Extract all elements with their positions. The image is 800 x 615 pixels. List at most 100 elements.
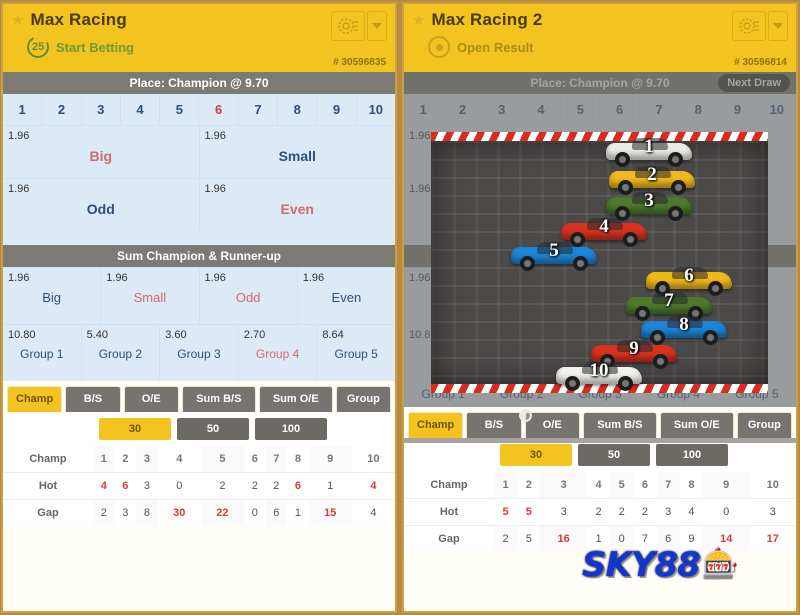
- count-button-100[interactable]: 100: [656, 444, 728, 466]
- table-header-row: Champ 1 2 3 4 5 6 7 8 9 10: [404, 472, 796, 499]
- number-cell-9[interactable]: 9: [718, 94, 758, 125]
- number-cell-3[interactable]: 3: [82, 94, 121, 125]
- bet-cell-small[interactable]: 1.96 Small: [200, 126, 396, 178]
- odds-value: 1.96: [409, 183, 431, 195]
- number-cell-5[interactable]: 5: [160, 94, 200, 125]
- number-cell-2[interactable]: 2: [443, 94, 483, 125]
- number-cell-6[interactable]: 6: [600, 94, 640, 125]
- right-header: ★ Max Racing 2 Open Result # 30596814: [404, 4, 796, 72]
- group-cell-1[interactable]: 10.80 Group 1: [3, 325, 82, 381]
- odds-value: 1.96: [204, 183, 226, 195]
- number-cell-2[interactable]: 2: [42, 94, 82, 125]
- group-label-1: Group 1: [20, 347, 64, 361]
- sum-cell-even[interactable]: 1.96 Even: [298, 268, 395, 324]
- number-cell-7[interactable]: 7: [239, 94, 279, 125]
- open-result-icon: [428, 36, 450, 58]
- count-button-50[interactable]: 50: [578, 444, 650, 466]
- sum-cell-odd[interactable]: 1.96 Odd: [200, 268, 298, 324]
- sum-cell-small[interactable]: 1.96 Small: [101, 268, 200, 324]
- count-button-100[interactable]: 100: [255, 418, 327, 440]
- group-label-2: Group 2: [98, 347, 143, 361]
- race-car-10: 10: [556, 360, 642, 391]
- bet-cell-even[interactable]: 1.96 Even: [200, 179, 396, 231]
- number-cell-5[interactable]: 5: [561, 94, 601, 125]
- row-label-hot: Hot: [3, 472, 93, 500]
- tab-sum-oe[interactable]: Sum O/E: [258, 386, 333, 412]
- results-wheel-icon[interactable]: [732, 11, 766, 41]
- tab-oe[interactable]: O/E: [123, 386, 179, 412]
- gap-2: 3: [114, 499, 137, 526]
- col-head-2: 2: [122, 453, 129, 465]
- group-cell-3[interactable]: 3.60 Group 3: [160, 325, 239, 381]
- game-title: Max Racing: [30, 10, 127, 29]
- table-row: Gap 2 3 8 30 22 0 6 1 15 4: [3, 499, 395, 526]
- count-button-30[interactable]: 30: [99, 418, 171, 440]
- tab-group[interactable]: Group: [335, 386, 391, 412]
- hot-1: 5: [494, 498, 518, 526]
- star-icon[interactable]: ★: [11, 13, 24, 28]
- number-cell-4[interactable]: 4: [522, 94, 562, 125]
- odds-value: 3.60: [165, 329, 187, 341]
- count-button-30[interactable]: 30: [500, 444, 572, 466]
- col-head-6: 6: [251, 453, 258, 465]
- number-cell-7[interactable]: 7: [640, 94, 680, 125]
- number-cell-1[interactable]: 1: [404, 94, 444, 125]
- countdown-value: 25: [31, 41, 45, 53]
- left-stats-table: Champ 1 2 3 4 5 6 7 8 9 10 Hot 4 6 3 0 2…: [3, 446, 395, 526]
- champion-number-strip: 1 2 3 4 5 6 7 8 9 10: [3, 94, 395, 125]
- tab-sum-bs[interactable]: Sum B/S: [582, 412, 657, 438]
- gap-9: 15: [308, 499, 352, 526]
- hot-8: 4: [679, 498, 703, 526]
- star-icon[interactable]: ★: [412, 13, 425, 28]
- tab-sum-oe[interactable]: Sum O/E: [659, 412, 734, 438]
- tab-sum-bs[interactable]: Sum B/S: [181, 386, 256, 412]
- sum-cell-big[interactable]: 1.96 Big: [3, 268, 102, 324]
- gap-4: 1: [586, 525, 611, 552]
- bet-row-odd-even: 1.96 Odd 1.96 Even: [3, 178, 395, 231]
- group-cell-5[interactable]: 8.64 Group 5: [317, 325, 395, 381]
- tab-group[interactable]: Group: [736, 412, 792, 438]
- number-cell-10[interactable]: 10: [758, 94, 796, 125]
- race-animation-track: 1 2 3 4 5 6 7 8 9 10: [431, 132, 768, 393]
- col-head-champ: Champ: [29, 453, 67, 465]
- number-cell-6[interactable]: 6: [199, 94, 239, 125]
- tab-oe[interactable]: O/E: [524, 412, 580, 438]
- sum-bar: Sum Champion & Runner-up: [3, 245, 395, 267]
- group-cell-4[interactable]: 2.70 Group 4: [239, 325, 318, 381]
- gap-8: 1: [287, 499, 309, 526]
- right-stats-table: Champ 1 2 3 4 5 6 7 8 9 10 Hot 5 5 3 2 2…: [404, 472, 796, 552]
- tab-champ[interactable]: Champ: [408, 412, 464, 438]
- odds-value: 1.96: [106, 272, 128, 284]
- gap-2: 5: [517, 525, 541, 552]
- panel-max-racing-2: ★ Max Racing 2 Open Result # 30596814 Pl…: [402, 2, 798, 613]
- bet-cell-odd[interactable]: 1.96 Odd: [3, 179, 200, 231]
- count-button-50[interactable]: 50: [177, 418, 249, 440]
- bet-label-even: Even: [280, 201, 314, 217]
- number-cell-1[interactable]: 1: [3, 94, 43, 125]
- hot-3: 3: [540, 498, 587, 526]
- gap-10: 17: [749, 525, 796, 552]
- hot-10: 4: [351, 472, 395, 500]
- number-cell-4[interactable]: 4: [121, 94, 161, 125]
- next-draw-button[interactable]: Next Draw: [718, 74, 790, 92]
- place-bar: Place: Champion @ 9.70 Next Draw: [404, 72, 796, 94]
- header-dropdown-button[interactable]: [367, 11, 387, 41]
- col-head-5: 5: [200, 446, 244, 473]
- number-cell-8[interactable]: 8: [278, 94, 318, 125]
- number-cell-9[interactable]: 9: [317, 94, 357, 125]
- group-cell-2[interactable]: 5.40 Group 2: [82, 325, 161, 381]
- number-cell-10[interactable]: 10: [357, 94, 395, 125]
- header-dropdown-button[interactable]: [768, 11, 788, 41]
- sum-label-even: Even: [331, 290, 362, 305]
- hot-9: 1: [308, 472, 352, 500]
- sum-label-small: Small: [133, 290, 167, 305]
- tab-bs[interactable]: B/S: [466, 412, 522, 438]
- bet-cell-big[interactable]: 1.96 Big: [3, 126, 200, 178]
- tab-bs[interactable]: B/S: [65, 386, 121, 412]
- bet-label-small: Small: [278, 148, 316, 164]
- results-wheel-icon[interactable]: [331, 11, 365, 41]
- number-cell-3[interactable]: 3: [483, 94, 522, 125]
- gap-1: 2: [494, 525, 518, 552]
- number-cell-8[interactable]: 8: [679, 94, 719, 125]
- tab-champ[interactable]: Champ: [7, 386, 63, 412]
